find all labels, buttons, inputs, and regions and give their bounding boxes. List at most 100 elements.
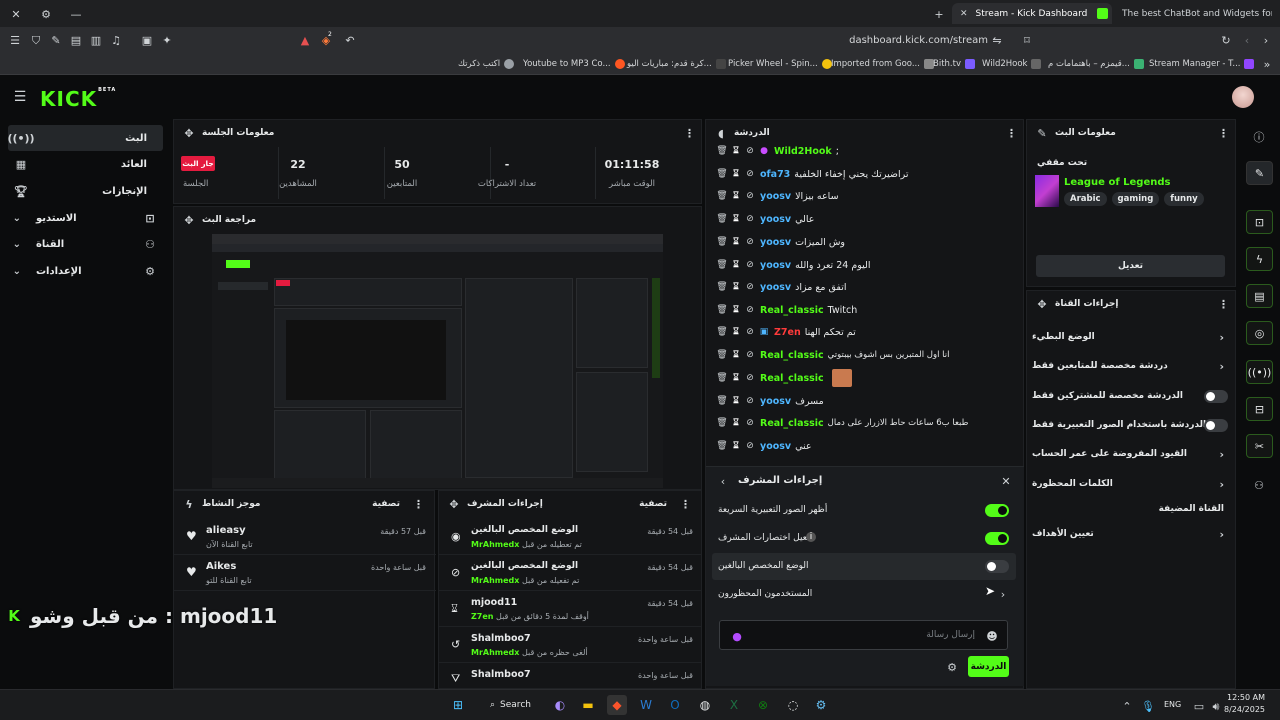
ban-icon[interactable]: ⊘ [744,327,756,337]
timeout-icon[interactable]: ⌛︎ [730,350,742,360]
new-tab-icon[interactable]: + [932,7,946,21]
emoji-icon[interactable]: ☻ [985,629,999,643]
chat-send-button[interactable]: الدردشة [968,656,1009,677]
chat-message[interactable]: 🗑︎ ⌛︎ ⊘ ▣ Z7en تم تحكم الهنا [714,321,1014,343]
activity-item[interactable]: ♥ alieasy تابع القناة الآن قبل 57 دقيقة [174,519,436,555]
ban-icon[interactable]: ⊘ [744,146,756,156]
mic-icon[interactable]: ● [730,629,744,643]
chat-settings-gear-icon[interactable]: ⚙ [945,660,959,674]
puzzle-icon[interactable]: ✦ [160,33,174,47]
info-icon[interactable]: i [806,532,816,542]
category-thumbnail[interactable] [1035,175,1059,207]
delete-icon[interactable]: 🗑︎ [716,373,728,383]
rail-document-button[interactable]: ▤ [1246,284,1273,308]
chat-username[interactable]: yoosv [760,214,791,225]
delete-icon[interactable]: 🗑︎ [716,305,728,315]
chat-username[interactable]: Z7en [774,327,801,338]
rail-studio-button[interactable]: ⊡ [1246,210,1273,234]
timeout-icon[interactable]: ⌛︎ [730,260,742,270]
channel-action-followers-only[interactable]: دردشة مخصصة للمتابعين فقط › [1026,354,1232,378]
tag[interactable]: Arabic [1064,192,1107,206]
rail-bolt-button[interactable]: ϟ [1246,247,1273,271]
timeout-icon[interactable]: ⌛︎ [730,327,742,337]
mod-action-item[interactable]: ⛛ Shalmboo7 قبل ساعة واحدة [439,663,701,688]
chat-username[interactable]: Real_classic [760,350,824,361]
excel-icon[interactable]: X [724,695,744,715]
outlook-icon[interactable]: O [665,695,685,715]
delete-icon[interactable]: 🗑︎ [716,282,728,292]
forward-icon[interactable]: › [1259,33,1273,47]
app-icon[interactable]: ◌ [783,695,803,715]
sidebar-item-settings[interactable]: ⌄ الإعدادات ⚙ [8,258,163,284]
bookmark-item[interactable]: كرة قدم: مباريات اليو... [627,56,726,71]
mod-action-item[interactable]: ↺ Shalmboo7 MrAhmedx ألغى حظره من قبل قب… [439,627,701,663]
subscribers-only-toggle[interactable] [1204,390,1228,403]
adult-mode-toggle[interactable] [985,560,1009,573]
edit-button[interactable]: تعديل [1036,255,1225,277]
address-bar[interactable]: dashboard.kick.com/stream ⇋ [360,31,1040,49]
quick-emotes-toggle[interactable] [985,504,1009,517]
minimize-icon[interactable]: — [69,7,83,21]
menu-icon[interactable]: ☰ [8,33,22,47]
timeout-icon[interactable]: ⌛︎ [730,441,742,451]
drag-icon[interactable]: ✥ [447,497,461,511]
chat-message[interactable]: 🗑︎ ⌛︎ ⊘ Real_classic Twitch [714,299,1014,321]
delete-icon[interactable]: 🗑︎ [716,260,728,270]
chat-username[interactable]: ofa73 [760,169,790,180]
ban-icon[interactable]: ⊘ [744,191,756,201]
timeout-icon[interactable]: ⌛︎ [730,146,742,156]
rail-chat-button[interactable]: ◎ [1246,321,1273,345]
sidebar-item-channel[interactable]: ⌄ القناة ⚇ [8,231,163,257]
taskbar-clock[interactable]: 12:50 AM 8/24/2025 [1224,692,1265,716]
chat-message[interactable]: 🗑︎ ⌛︎ ⊘ yoosv عني [714,435,1014,457]
chat-message[interactable]: 🗑︎ ⌛︎ ⊘ Real_classic [714,367,1014,389]
ban-icon[interactable]: ⊘ [744,214,756,224]
ban-icon[interactable]: ⊘ [744,282,756,292]
avatar[interactable] [1232,86,1254,108]
channel-action-goals[interactable]: تعيين الأهداف › [1026,522,1232,546]
taskbar-search[interactable]: ⌕ Search [480,695,544,715]
chevron-up-icon[interactable]: ⌃ [1120,699,1134,713]
filter-button[interactable]: تصفية [639,499,667,509]
more-options-icon[interactable]: ⋮ [1218,298,1229,311]
ban-icon[interactable]: ⊘ [744,350,756,360]
mod-actor[interactable]: MrAhmedx [471,540,519,549]
sidebar-item-stream[interactable]: البث ((•)) [7,125,163,151]
microphone-icon[interactable]: 🎙︎ [1141,699,1155,713]
timeout-icon[interactable]: ⌛︎ [730,214,742,224]
screenshot-icon[interactable]: ▣ [140,33,154,47]
mod-actor[interactable]: MrAhmedx [471,648,519,657]
mod-actor[interactable]: MrAhmedx [471,576,519,585]
hamburger-icon[interactable]: ☰ [13,90,27,104]
brush-icon[interactable]: ✎ [49,33,63,47]
xbox-icon[interactable]: ⊗ [753,695,773,715]
more-bookmarks-icon[interactable]: » [1260,57,1274,71]
more-options-icon[interactable]: ⋮ [413,498,424,511]
chat-username[interactable]: yoosv [760,191,791,202]
chat-username[interactable]: yoosv [760,282,791,293]
mod-action-item[interactable]: ⊘ الوضع المخصص البالغين MrAhmedx تم تفعي… [439,555,701,591]
chat-username[interactable]: Real_classic [760,305,824,316]
tag[interactable]: gaming [1111,192,1160,206]
delete-icon[interactable]: 🗑︎ [716,169,728,179]
mod-action-item[interactable]: ⌛︎ mjood11 Z7en أوقف لمدة 5 دقائق من قبل… [439,591,701,627]
ban-icon[interactable]: ⊘ [744,237,756,247]
mod-shortcuts-toggle[interactable] [985,532,1009,545]
chat-message[interactable]: 🗑︎ ⌛︎ ⊘ ofa73 تراضيرتك يحني إخفاء الخلفية [714,163,1014,185]
bookmark-item[interactable]: Picker Wheel - Spin... [728,56,832,71]
reload-icon[interactable]: ↻ [1219,33,1233,47]
kick-logo[interactable]: KICKBETA [40,87,116,111]
chevron-right-icon[interactable]: › [996,587,1010,601]
delete-icon[interactable]: 🗑︎ [716,237,728,247]
channel-action-emotes-only[interactable]: الدردشة باستخدام الصور التعبيرية فقط [1026,413,1232,437]
rail-edit-button[interactable]: ✎ [1246,161,1273,185]
chat-input[interactable]: ● إرسال رسالة ☻ [719,620,1008,650]
speaker-icon[interactable]: 🔊︎ [1209,699,1223,713]
stream-preview-video[interactable] [212,234,663,488]
file-explorer-icon[interactable]: ▬ [578,695,598,715]
channel-action-account-age[interactable]: القيود المفروضة على عمر الحساب › [1026,442,1232,466]
channel-action-banned-words[interactable]: الكلمات المحظورة › [1026,472,1232,496]
delete-icon[interactable]: 🗑︎ [716,327,728,337]
chat-message[interactable]: 🗑︎ ⌛︎ ⊘ yoosv اليوم 24 تعرد والله [714,254,1014,276]
channel-action-slow-mode[interactable]: الوضع البطيء › [1026,325,1232,349]
